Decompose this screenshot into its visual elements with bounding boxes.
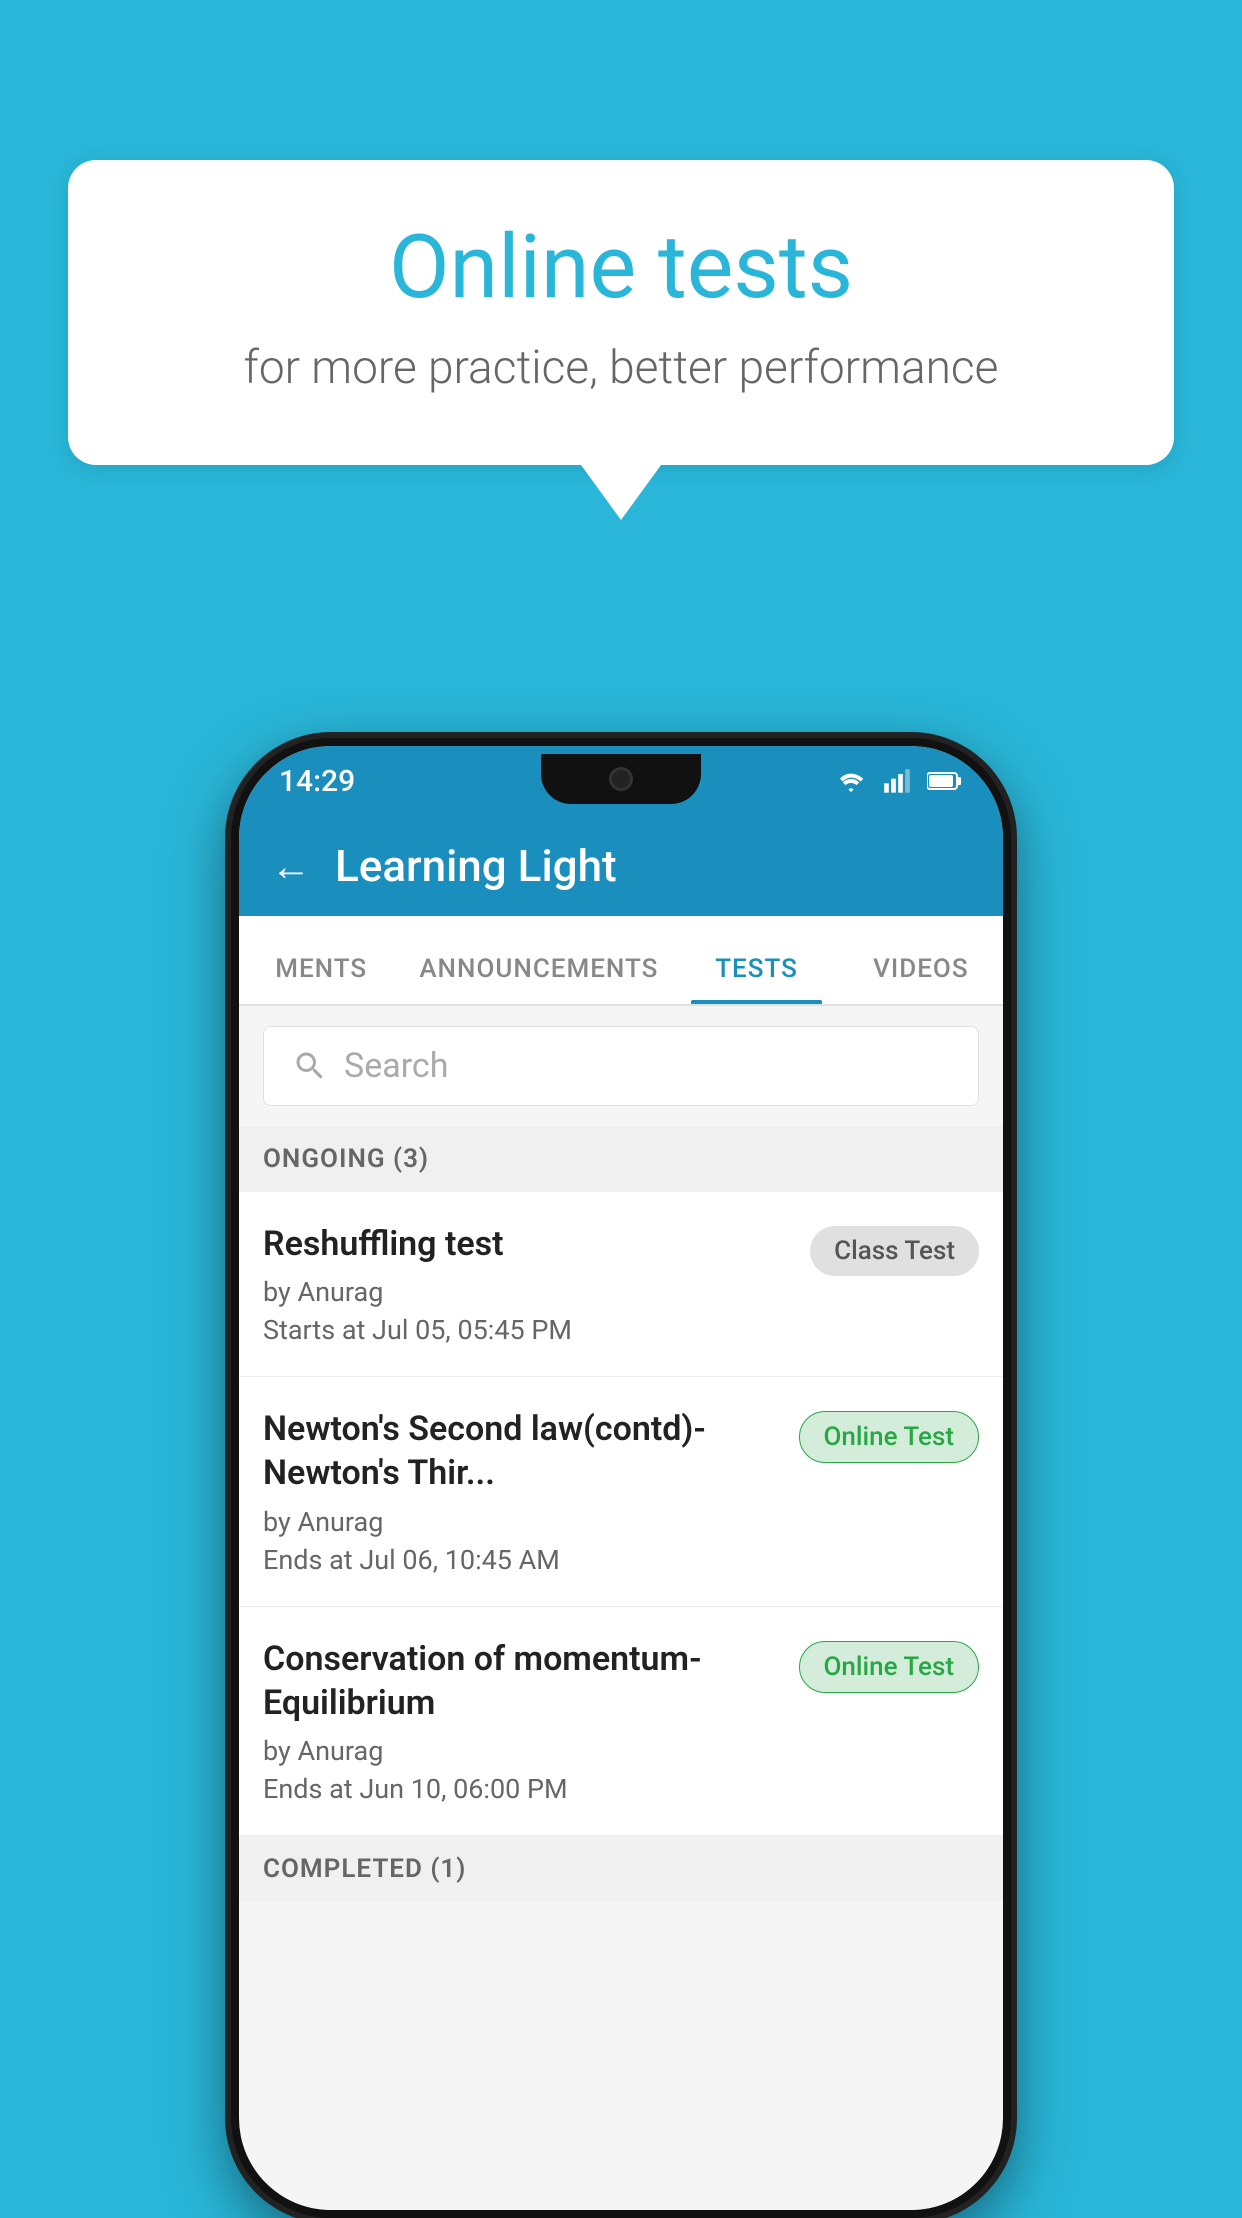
test-by: by Anurag xyxy=(263,1506,779,1538)
test-item[interactable]: Conservation of momentum-Equilibrium by … xyxy=(239,1607,1003,1836)
tab-ments[interactable]: MENTS xyxy=(239,954,403,1004)
search-container: Search xyxy=(239,1006,1003,1126)
app-title: Learning Light xyxy=(335,840,617,892)
test-time: Ends at Jun 10, 06:00 PM xyxy=(263,1773,779,1805)
app-bar: ← Learning Light xyxy=(239,816,1003,916)
ongoing-section-header: ONGOING (3) xyxy=(239,1126,1003,1192)
tab-announcements[interactable]: ANNOUNCEMENTS xyxy=(403,954,674,1004)
back-button[interactable]: ← xyxy=(271,843,311,890)
test-item[interactable]: Reshuffling test by Anurag Starts at Jul… xyxy=(239,1192,1003,1377)
test-name: Newton's Second law(contd)-Newton's Thir… xyxy=(263,1407,779,1495)
test-by: by Anurag xyxy=(263,1735,779,1767)
test-name: Conservation of momentum-Equilibrium xyxy=(263,1637,779,1725)
battery-icon xyxy=(927,769,963,793)
test-by: by Anurag xyxy=(263,1276,790,1308)
tab-videos[interactable]: VIDEOS xyxy=(839,954,1003,1004)
search-placeholder: Search xyxy=(344,1046,448,1086)
test-badge-class: Class Test xyxy=(810,1226,979,1276)
bubble-arrow xyxy=(581,465,661,520)
phone-screen: 14:29 xyxy=(239,746,1003,2210)
test-info: Newton's Second law(contd)-Newton's Thir… xyxy=(263,1407,779,1575)
bubble-subtitle: for more practice, better performance xyxy=(148,341,1094,395)
tab-tests[interactable]: TESTS xyxy=(674,954,838,1004)
signal-icon xyxy=(883,767,911,795)
speech-bubble: Online tests for more practice, better p… xyxy=(68,160,1174,465)
bubble-title: Online tests xyxy=(148,220,1094,317)
test-name: Reshuffling test xyxy=(263,1222,790,1266)
completed-section-header: COMPLETED (1) xyxy=(239,1836,1003,1902)
test-time: Starts at Jul 05, 05:45 PM xyxy=(263,1314,790,1346)
search-icon xyxy=(292,1048,328,1084)
wifi-icon xyxy=(835,769,867,793)
bottom-fade xyxy=(239,2130,1003,2210)
screen-content: 14:29 xyxy=(239,746,1003,2210)
test-badge-online: Online Test xyxy=(799,1411,980,1463)
search-box[interactable]: Search xyxy=(263,1026,979,1106)
status-icons xyxy=(835,767,963,795)
test-time: Ends at Jul 06, 10:45 AM xyxy=(263,1544,779,1576)
test-list: Reshuffling test by Anurag Starts at Jul… xyxy=(239,1192,1003,1836)
phone-frame: 14:29 xyxy=(231,738,1011,2218)
speech-bubble-container: Online tests for more practice, better p… xyxy=(68,160,1174,520)
front-camera xyxy=(609,767,633,791)
test-info: Conservation of momentum-Equilibrium by … xyxy=(263,1637,779,1805)
test-badge-online-2: Online Test xyxy=(799,1641,980,1693)
phone-notch xyxy=(541,754,701,804)
test-info: Reshuffling test by Anurag Starts at Jul… xyxy=(263,1222,790,1346)
tabs-container: MENTS ANNOUNCEMENTS TESTS VIDEOS xyxy=(239,916,1003,1006)
test-item[interactable]: Newton's Second law(contd)-Newton's Thir… xyxy=(239,1377,1003,1606)
status-time: 14:29 xyxy=(279,764,355,799)
